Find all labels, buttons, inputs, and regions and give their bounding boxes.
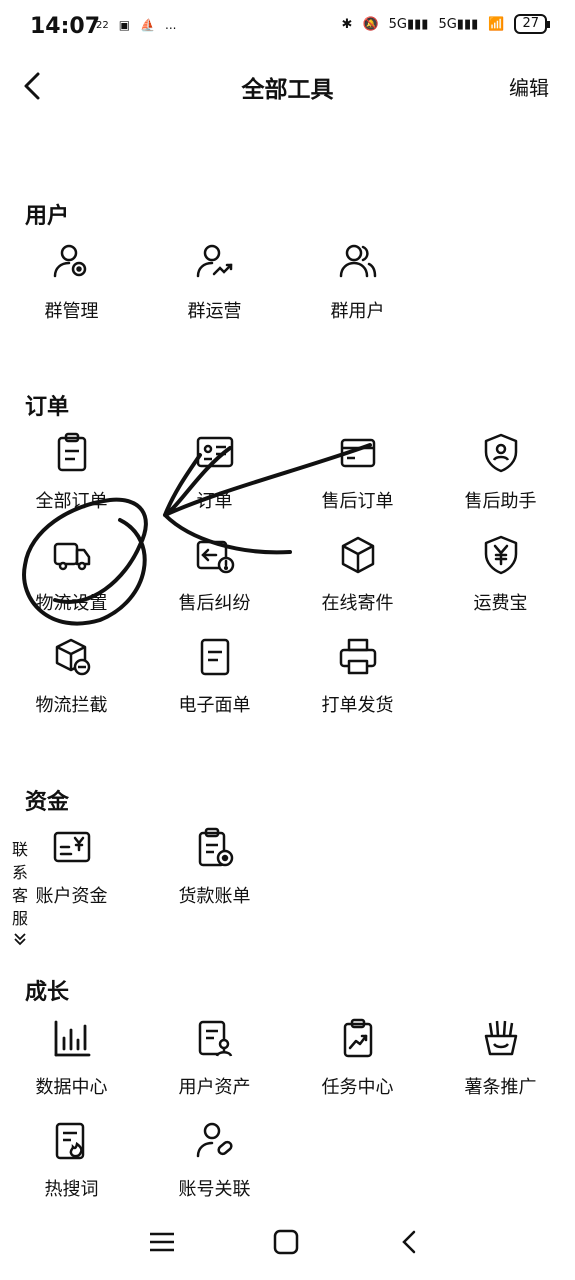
tool-label: 群管理: [44, 301, 99, 322]
tool-label: 全部订单: [35, 491, 108, 512]
header: 全部工具 编辑: [0, 58, 575, 114]
menu-nav-button[interactable]: [146, 1226, 178, 1258]
contact-service-char: 客: [11, 886, 28, 905]
status-right-icons: ✱ 🔕 5G▮▮▮ 5G▮▮▮ 📶 27: [341, 14, 550, 34]
tool-data-center[interactable]: 数据中心: [0, 1018, 143, 1108]
card-icon: [337, 432, 379, 474]
status-left-icons: 22 ▣ ⛵ ...: [96, 18, 176, 32]
tool-label: 在线寄件: [321, 593, 394, 614]
tool-orders[interactable]: 订单: [143, 432, 286, 522]
document-icon: [194, 636, 236, 678]
tool-label: 运费宝: [473, 593, 528, 614]
package-icon: [337, 534, 379, 576]
more-icon: ...: [165, 18, 177, 32]
contact-service-button[interactable]: 联 系 客 服: [10, 838, 30, 953]
double-chevron-down-icon: [10, 930, 30, 953]
chevron-left-icon: [402, 1230, 416, 1254]
tool-freight-insurance[interactable]: 运费宝: [429, 534, 572, 624]
tool-online-shipping[interactable]: 在线寄件: [286, 534, 429, 624]
fries-icon: [480, 1018, 522, 1060]
tool-account-link[interactable]: 账号关联: [143, 1120, 286, 1210]
battery-icon: 27: [514, 14, 550, 34]
yen-shield-icon: [480, 534, 522, 576]
contact-service-char: 联: [11, 840, 28, 859]
shield-user-icon: [480, 432, 522, 474]
tool-label: 用户资产: [178, 1077, 251, 1098]
section-title-order: 订单: [25, 395, 70, 420]
tool-fries-promotion[interactable]: 薯条推广: [429, 1018, 572, 1108]
signal-5g-icon: 5G▮▮▮: [438, 16, 479, 32]
notification-icon: ▣: [118, 18, 131, 32]
contact-service-char: 系: [11, 863, 28, 882]
page-title: 全部工具: [241, 77, 334, 103]
home-square-icon: [273, 1229, 299, 1255]
tool-label: 群运营: [187, 301, 242, 322]
tool-user-assets[interactable]: 用户资产: [143, 1018, 286, 1108]
bar-chart-icon: [51, 1018, 93, 1060]
tool-label: 薯条推广: [464, 1077, 537, 1098]
tool-group-users[interactable]: 群用户: [286, 242, 429, 332]
tool-label: 打单发货: [321, 695, 394, 716]
tool-hot-search[interactable]: 热搜词: [0, 1120, 143, 1210]
mute-icon: 🔕: [362, 16, 379, 32]
status-time: 14:07: [30, 14, 101, 39]
truck-icon: [51, 534, 93, 576]
tool-label: 账号关联: [178, 1179, 251, 1200]
tool-label: 售后纠纷: [178, 593, 251, 614]
section-title-growth: 成长: [25, 980, 70, 1005]
task-trend-icon: [337, 1018, 379, 1060]
tool-logistics-settings[interactable]: 物流设置: [0, 534, 143, 624]
user-doc-icon: [194, 1018, 236, 1060]
group-users-icon: [337, 242, 379, 284]
date-badge-icon: 22: [96, 19, 109, 31]
signal-5g-icon: 5G▮▮▮: [388, 16, 429, 32]
tool-task-center[interactable]: 任务中心: [286, 1018, 429, 1108]
tool-group-manage[interactable]: 群管理: [0, 242, 143, 332]
tool-payment-bill[interactable]: 货款账单: [143, 827, 286, 917]
user-link-icon: [194, 1120, 236, 1162]
tool-all-orders[interactable]: 全部订单: [0, 432, 143, 522]
id-card-icon: [194, 432, 236, 474]
home-nav-button[interactable]: [270, 1226, 302, 1258]
group-operation-icon: [194, 242, 236, 284]
clipboard-icon: [51, 432, 93, 474]
tool-label: 物流拦截: [35, 695, 108, 716]
group-manage-icon: [51, 242, 93, 284]
system-nav-bar: [0, 1212, 575, 1272]
tool-print-ship[interactable]: 打单发货: [286, 636, 429, 726]
box-block-icon: [51, 636, 93, 678]
section-title-user: 用户: [25, 204, 70, 229]
wifi-icon: 📶: [488, 16, 505, 32]
tool-label: 任务中心: [321, 1077, 394, 1098]
hamburger-icon: [150, 1232, 174, 1252]
hot-doc-icon: [51, 1120, 93, 1162]
bill-icon: [194, 827, 236, 869]
back-nav-button[interactable]: [394, 1226, 426, 1258]
tool-label: 物流设置: [35, 593, 108, 614]
tool-label: 售后助手: [464, 491, 537, 512]
wallet-yen-icon: [51, 827, 93, 869]
tool-label: 热搜词: [44, 1179, 99, 1200]
bluetooth-icon: ✱: [341, 16, 353, 32]
tool-group-operation[interactable]: 群运营: [143, 242, 286, 332]
tool-label: 订单: [196, 491, 233, 512]
status-bar: 14:07 22 ▣ ⛵ ... ✱ 🔕 5G▮▮▮ 5G▮▮▮ 📶 27: [0, 0, 575, 56]
tool-label: 货款账单: [178, 886, 251, 907]
tool-logistics-intercept[interactable]: 物流拦截: [0, 636, 143, 726]
tool-aftersale-dispute[interactable]: 售后纠纷: [143, 534, 286, 624]
tool-label: 数据中心: [35, 1077, 108, 1098]
tool-label: 售后订单: [321, 491, 394, 512]
tool-electronic-waybill[interactable]: 电子面单: [143, 636, 286, 726]
return-alert-icon: [194, 534, 236, 576]
tool-aftersale-orders[interactable]: 售后订单: [286, 432, 429, 522]
tool-label: 群用户: [330, 301, 385, 322]
edit-button[interactable]: 编辑: [509, 72, 549, 101]
tool-aftersale-assistant[interactable]: 售后助手: [429, 432, 572, 522]
printer-icon: [337, 636, 379, 678]
tool-label: 电子面单: [178, 695, 251, 716]
section-title-funds: 资金: [25, 790, 70, 815]
boat-icon: ⛵: [140, 18, 156, 32]
contact-service-char: 服: [11, 909, 28, 928]
